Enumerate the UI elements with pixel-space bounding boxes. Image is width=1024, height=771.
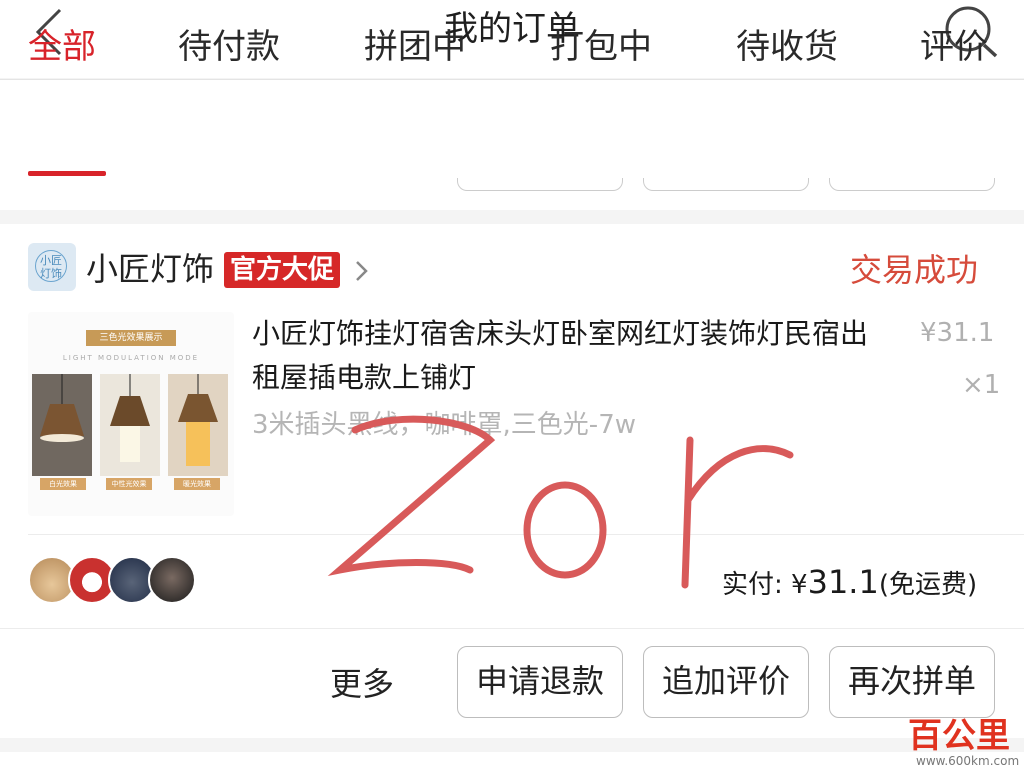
- next-order-card: [0, 752, 1024, 771]
- product-title[interactable]: 小匠灯饰挂灯宿舍床头灯卧室网红灯装饰灯民宿出租屋插电款上铺灯: [252, 312, 892, 400]
- lamp-photo-neutral: [100, 374, 160, 476]
- unit-price: ¥31.1: [920, 318, 995, 348]
- caption-warm: 暖光效果: [174, 478, 220, 490]
- more-button[interactable]: 更多: [330, 662, 394, 706]
- quantity: ×1: [962, 370, 1001, 400]
- chevron-right-icon[interactable]: [352, 260, 372, 282]
- refund-button[interactable]: 申请退款: [457, 646, 623, 718]
- previous-order-button[interactable]: [457, 178, 623, 191]
- paid-amount: 实付: ¥31.1(免运费): [722, 562, 977, 605]
- avatar[interactable]: [148, 556, 196, 604]
- tab-packing[interactable]: 打包中: [550, 24, 652, 70]
- currency-symbol: ¥: [791, 570, 808, 600]
- shop-logo-text: 小匠灯饰: [35, 250, 67, 282]
- page-title: 我的订单: [444, 9, 580, 49]
- product-spec: 3米插头黑线，咖啡罩,三色光-7w: [252, 410, 636, 440]
- caption-white: 白光效果: [40, 478, 86, 490]
- watermark-url: www.600km.com: [916, 754, 1020, 768]
- caption-neutral: 中性光效果: [106, 478, 152, 490]
- tab-all[interactable]: 全部: [28, 24, 96, 70]
- shop-name[interactable]: 小匠灯饰: [86, 247, 214, 291]
- order-tabs: [0, 79, 1024, 179]
- paid-label: 实付:: [722, 570, 783, 600]
- thumbnail-tag: 三色光效果展示: [86, 330, 176, 346]
- paid-value: 31.1: [807, 563, 879, 601]
- thumbnail-subtitle: LIGHT MODULATION MODE: [62, 354, 200, 362]
- tab-pending-receipt[interactable]: 待收货: [736, 24, 838, 70]
- previous-order-button[interactable]: [643, 178, 809, 191]
- lamp-photo-warm: [168, 374, 228, 476]
- shipping-note: (免运费): [878, 570, 978, 600]
- previous-order-button[interactable]: [829, 178, 995, 191]
- active-tab-indicator: [28, 171, 106, 176]
- tab-pending-payment[interactable]: 待付款: [178, 24, 280, 70]
- rebuy-button[interactable]: 再次拼单: [829, 646, 995, 718]
- tab-group-buying[interactable]: 拼团中: [364, 24, 466, 70]
- add-review-button[interactable]: 追加评价: [643, 646, 809, 718]
- promo-badge: 官方大促: [224, 252, 341, 288]
- divider: [28, 534, 1024, 535]
- tab-review[interactable]: 评价: [920, 24, 988, 70]
- divider: [0, 628, 1024, 629]
- lamp-photo-white: [32, 374, 92, 476]
- order-status: 交易成功: [850, 251, 979, 289]
- watermark-brand: 百公里: [908, 716, 1010, 756]
